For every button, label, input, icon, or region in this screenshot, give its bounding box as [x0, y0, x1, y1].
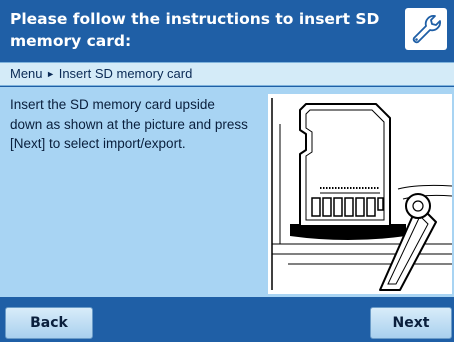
back-button[interactable]: Back — [5, 307, 93, 339]
button-bar: Back Next — [0, 298, 454, 342]
content-area: Insert the SD memory card upside down as… — [0, 87, 454, 297]
breadcrumb-current: Insert SD memory card — [58, 66, 193, 81]
page-title: Please follow the instructions to insert… — [10, 10, 380, 50]
breadcrumb-separator-icon: ► — [46, 69, 56, 79]
sd-card-insertion-illustration — [268, 94, 453, 294]
instruction-text: Insert the SD memory card upside down as… — [10, 97, 248, 151]
wrench-icon — [405, 8, 447, 50]
next-button[interactable]: Next — [370, 307, 452, 339]
breadcrumb: Menu ► Insert SD memory card — [0, 62, 454, 86]
breadcrumb-root: Menu — [10, 66, 43, 81]
title-bar: Please follow the instructions to insert… — [0, 0, 454, 60]
